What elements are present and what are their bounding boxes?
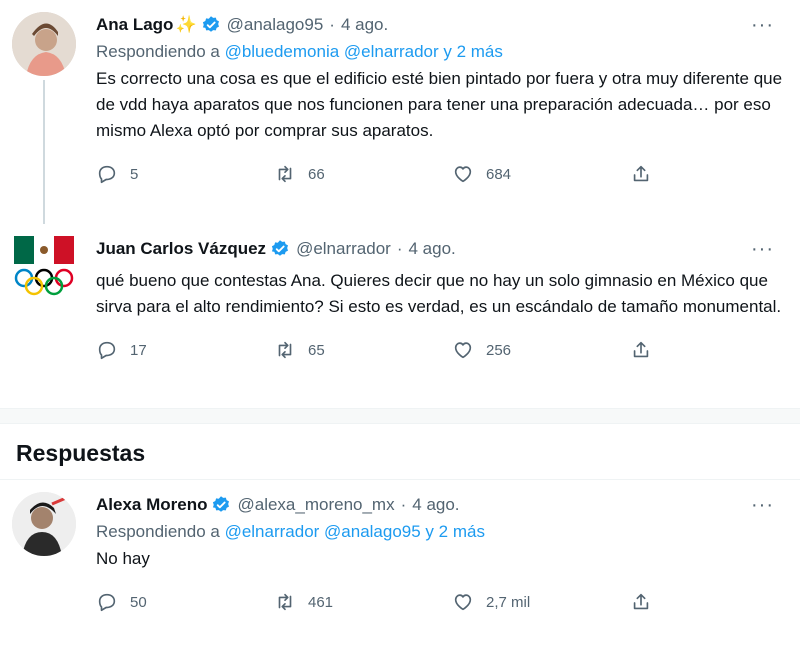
retweet-count: 461 (308, 593, 334, 611)
avatar[interactable] (12, 236, 76, 300)
replying-prefix: Respondiendo a (96, 522, 220, 541)
section-title: Respuestas (0, 424, 800, 480)
tweet-text: Es correcto una cosa es que el edificio … (96, 69, 783, 140)
separator-dot: · (400, 495, 407, 514)
separator-dot: · (396, 239, 403, 258)
retweet-icon (278, 341, 292, 359)
reply-icon (98, 341, 116, 360)
retweet-button[interactable]: 65 (274, 339, 452, 361)
timestamp[interactable]: 4 ago. (408, 239, 455, 259)
avatar[interactable] (12, 12, 76, 76)
reply-button[interactable]: 50 (96, 591, 274, 613)
replying-links[interactable]: @bluedemonia @elnarrador y 2 más (225, 42, 503, 61)
reply-icon (98, 593, 116, 612)
share-icon (633, 341, 649, 358)
retweet-icon (278, 593, 292, 611)
mexico-olympic-logo-icon (14, 236, 74, 296)
share-icon (633, 593, 649, 610)
display-name[interactable]: Ana Lago (96, 15, 173, 35)
avatar[interactable] (12, 492, 76, 556)
retweet-icon (278, 165, 292, 183)
like-count: 684 (486, 165, 512, 183)
reply-count: 17 (130, 341, 147, 359)
retweet-button[interactable]: 461 (274, 591, 452, 613)
like-button[interactable]: 684 (452, 163, 630, 185)
profile-photo-icon (12, 492, 76, 556)
more-options-icon[interactable]: ··· (751, 238, 774, 261)
tweet-text: No hay (96, 549, 150, 568)
reply-count: 50 (130, 593, 147, 611)
heart-icon (454, 166, 472, 183)
like-count: 2,7 mil (486, 593, 531, 611)
reply-button[interactable]: 17 (96, 339, 274, 361)
replying-prefix: Respondiendo a (96, 42, 220, 61)
like-button[interactable]: 256 (452, 339, 630, 361)
retweet-button[interactable]: 66 (274, 163, 452, 185)
sparkles-emoji: ✨ (175, 15, 197, 34)
share-button[interactable] (630, 339, 652, 361)
like-count: 256 (486, 341, 512, 359)
share-icon (633, 165, 649, 182)
share-button[interactable] (630, 163, 652, 185)
tweet-text: qué bueno que contestas Ana. Quieres dec… (96, 271, 782, 316)
action-bar: 17 65 256 (96, 334, 784, 366)
replying-links[interactable]: @elnarrador @analago95 y 2 más (225, 522, 485, 541)
like-button[interactable]: 2,7 mil (452, 591, 630, 613)
timestamp[interactable]: 4 ago. (341, 15, 388, 35)
action-bar: 5 66 684 (96, 158, 784, 190)
verified-badge-icon (213, 496, 230, 512)
display-name[interactable]: Juan Carlos Vázquez (96, 239, 266, 259)
handle[interactable]: @alexa_moreno_mx (237, 495, 394, 515)
heart-icon (454, 342, 472, 359)
tweet-alexa-moreno[interactable]: Alexa Moreno @alexa_moreno_mx · 4 ago. ·… (0, 480, 800, 642)
heart-icon (454, 594, 472, 611)
reply-button[interactable]: 5 (96, 163, 274, 185)
share-button[interactable] (630, 591, 652, 613)
verified-badge-icon (271, 240, 289, 256)
profile-photo-icon (12, 12, 76, 76)
handle[interactable]: @elnarrador (296, 239, 391, 259)
handle[interactable]: @analago95 (227, 15, 324, 35)
replying-to: Respondiendo a @bluedemonia @elnarrador … (96, 40, 784, 64)
reply-icon (98, 165, 116, 184)
separator-dot: · (329, 15, 335, 34)
verified-badge-icon (202, 16, 219, 32)
tweet-ana-lago[interactable]: Ana Lago ✨ @analago95 · 4 ago. ··· Respo… (0, 0, 800, 224)
more-options-icon[interactable]: ··· (751, 494, 774, 517)
retweet-count: 66 (308, 165, 325, 183)
thread-line (43, 80, 45, 224)
section-divider (0, 408, 800, 424)
more-options-icon[interactable]: ··· (751, 14, 774, 37)
tweet-juan-carlos[interactable]: Juan Carlos Vázquez @elnarrador · 4 ago.… (0, 224, 800, 408)
action-bar: 50 461 2,7 mil (96, 586, 784, 618)
display-name[interactable]: Alexa Moreno (96, 495, 207, 515)
replying-to: Respondiendo a @elnarrador @analago95 y … (96, 520, 784, 544)
timestamp[interactable]: 4 ago. (412, 495, 459, 515)
retweet-count: 65 (308, 341, 325, 359)
reply-count: 5 (130, 165, 139, 183)
